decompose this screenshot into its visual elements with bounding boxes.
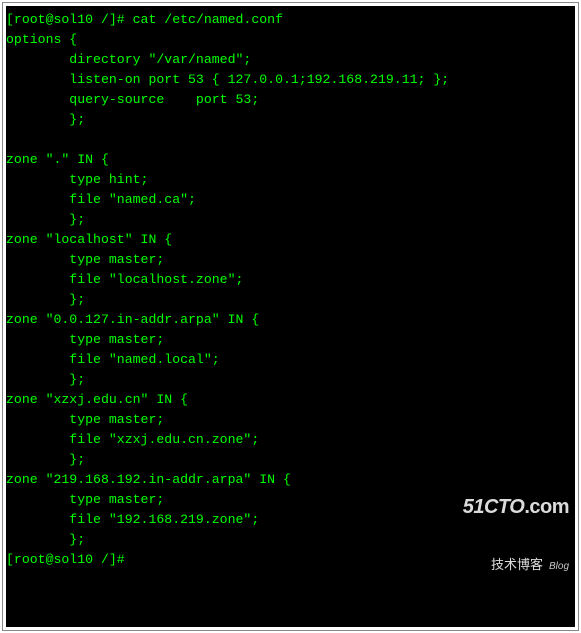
- watermark-domain: .com: [524, 496, 569, 518]
- watermark-brand: 51CTO: [463, 496, 525, 518]
- output-line: file "192.168.219.zone";: [6, 512, 259, 527]
- prompt-command: [125, 552, 133, 567]
- watermark-en-text: Blog: [549, 561, 569, 572]
- output-line: zone "localhost" IN {: [6, 232, 172, 247]
- image-frame: [root@sol10 /]# cat /etc/named.conf opti…: [2, 2, 579, 631]
- output-line: };: [6, 212, 85, 227]
- prompt-command: cat /etc/named.conf: [125, 12, 283, 27]
- output-line: type master;: [6, 332, 164, 347]
- terminal-output: [root@sol10 /]# cat /etc/named.conf opti…: [6, 6, 575, 627]
- prompt-line-2: [root@sol10 /]#: [6, 552, 133, 567]
- output-line: directory "/var/named";: [6, 52, 251, 67]
- output-line: zone "0.0.127.in-addr.arpa" IN {: [6, 312, 259, 327]
- output-line: };: [6, 292, 85, 307]
- output-line: listen-on port 53 { 127.0.0.1;192.168.21…: [6, 72, 449, 87]
- output-line: file "named.local";: [6, 352, 220, 367]
- output-line: };: [6, 532, 85, 547]
- output-line: zone "xzxj.edu.cn" IN {: [6, 392, 188, 407]
- prompt-user-host: [root@sol10 /]#: [6, 12, 125, 27]
- output-line: zone "219.168.192.in-addr.arpa" IN {: [6, 472, 291, 487]
- output-line: file "localhost.zone";: [6, 272, 243, 287]
- output-line: };: [6, 372, 85, 387]
- output-line: type master;: [6, 412, 164, 427]
- output-line: type master;: [6, 252, 164, 267]
- output-line: file "xzxj.edu.cn.zone";: [6, 432, 259, 447]
- prompt-user-host: [root@sol10 /]#: [6, 552, 125, 567]
- output-line: };: [6, 112, 85, 127]
- watermark: 51CTO.com 技术博客 Blog: [463, 457, 569, 617]
- output-line: zone "." IN {: [6, 152, 109, 167]
- output-line: type master;: [6, 492, 164, 507]
- output-line: type hint;: [6, 172, 148, 187]
- output-line: query-source port 53;: [6, 92, 259, 107]
- output-line: options {: [6, 32, 77, 47]
- watermark-cn-text: 技术博客: [491, 557, 543, 572]
- prompt-line-1: [root@sol10 /]# cat /etc/named.conf: [6, 12, 283, 27]
- output-line: };: [6, 452, 85, 467]
- output-line: file "named.ca";: [6, 192, 196, 207]
- watermark-logo: 51CTO.com: [463, 497, 569, 517]
- watermark-subtitle: 技术博客 Blog: [463, 555, 569, 577]
